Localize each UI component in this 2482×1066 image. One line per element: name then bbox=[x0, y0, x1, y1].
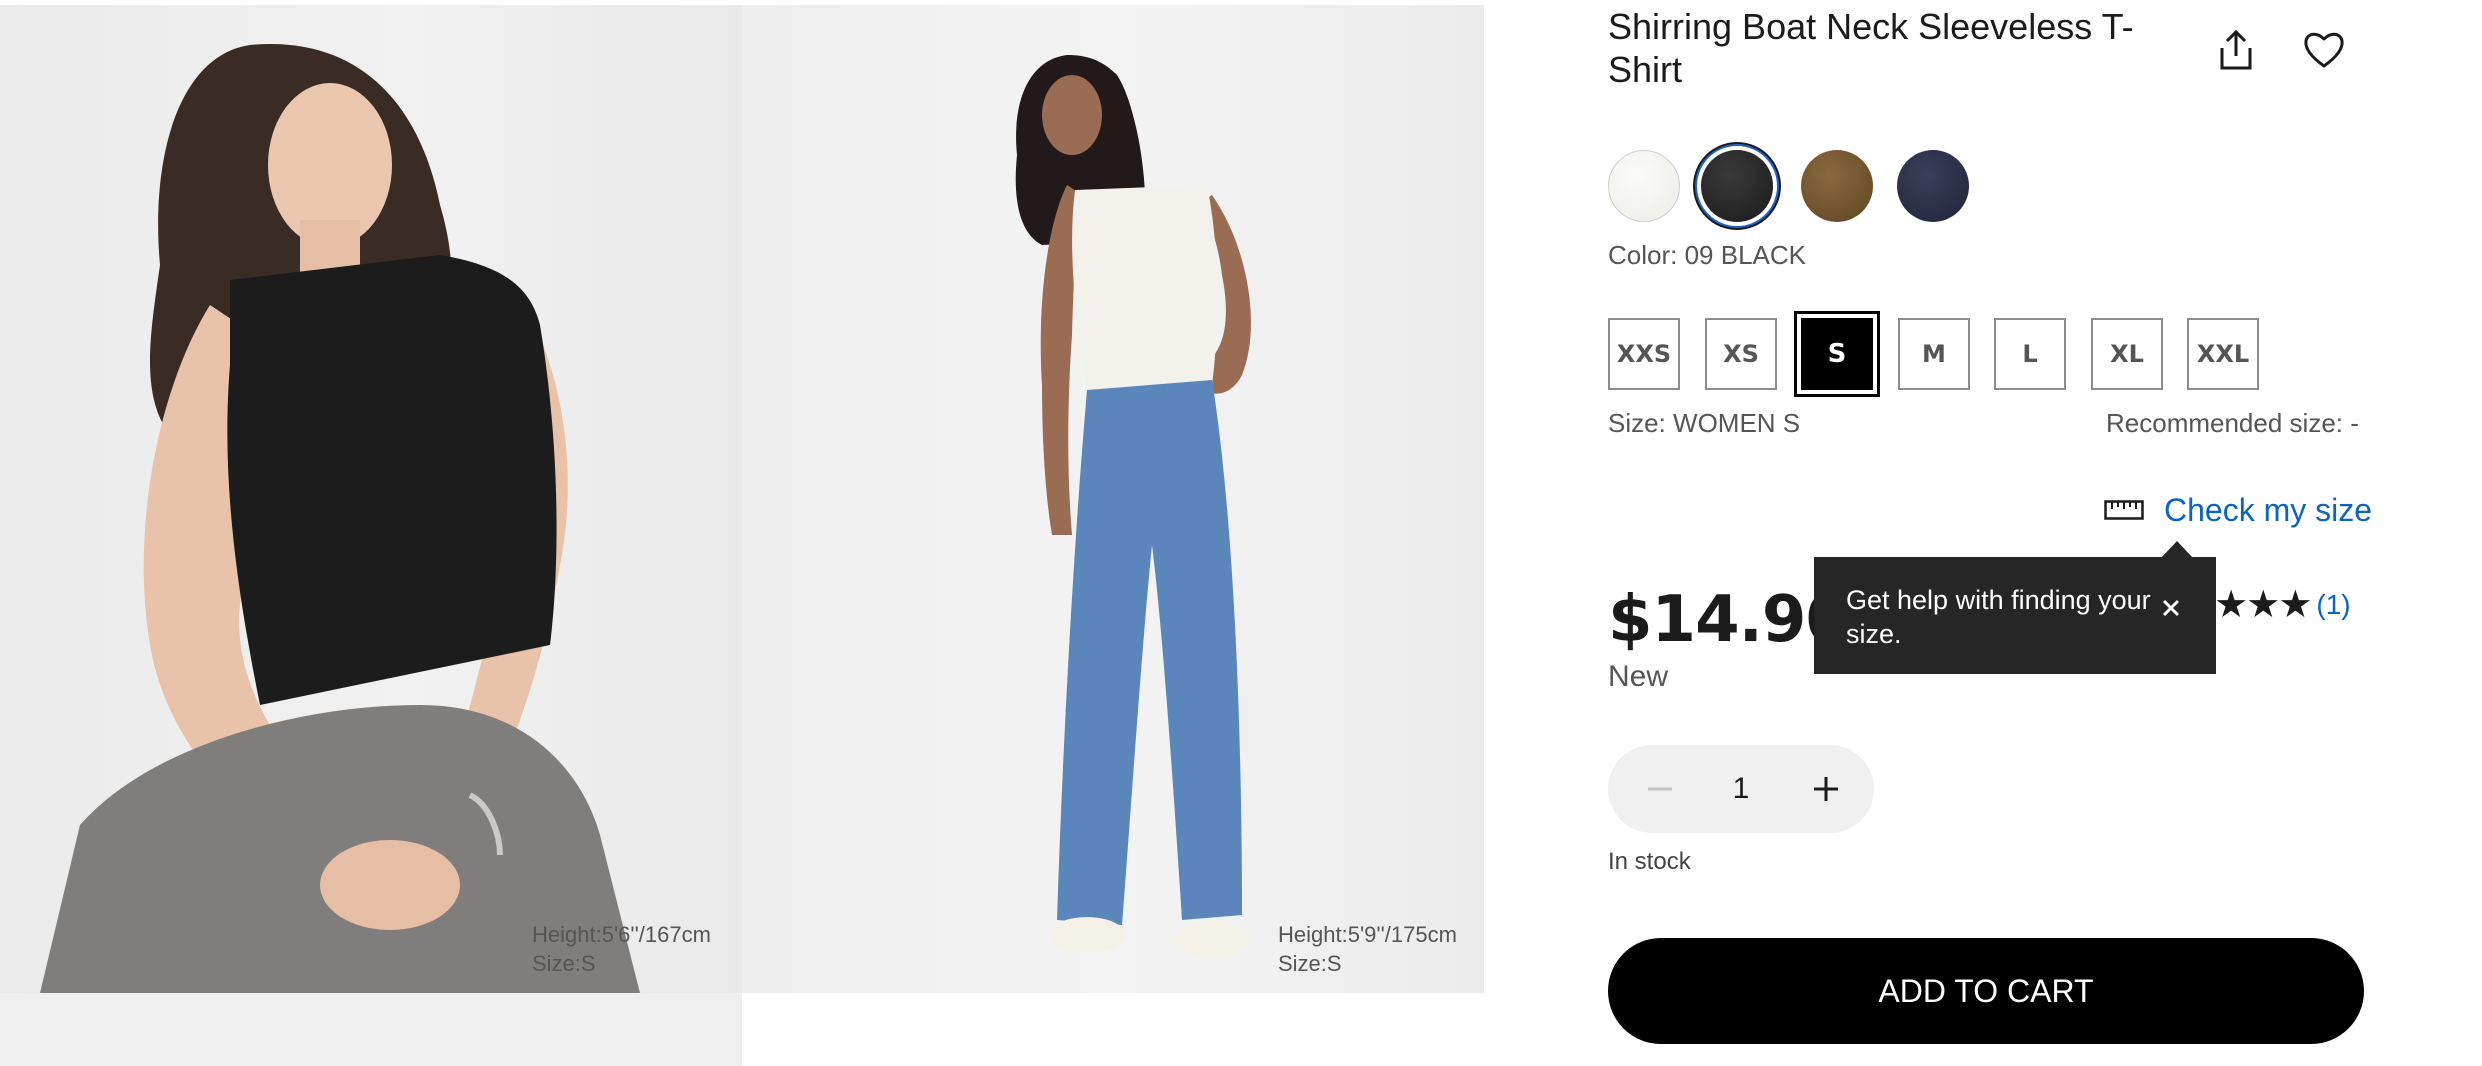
heart-icon[interactable] bbox=[2300, 26, 2348, 74]
add-to-cart-button[interactable]: ADD TO CART bbox=[1608, 938, 2364, 1044]
quantity-stepper: 1 bbox=[1608, 745, 1874, 833]
product-image-thumbnail-strip bbox=[0, 993, 742, 1066]
check-my-size-label: Check my size bbox=[2164, 491, 2373, 528]
image-caption-size: Size:S bbox=[1278, 951, 1342, 976]
quantity-value: 1 bbox=[1732, 772, 1750, 805]
ruler-icon bbox=[2104, 500, 2144, 520]
size-option-s[interactable]: S bbox=[1801, 318, 1873, 390]
product-image-model-2[interactable]: Height:5'9''/175cm Size:S bbox=[742, 5, 1484, 993]
star-icon: ★ bbox=[2214, 584, 2249, 626]
star-icon: ★ bbox=[2246, 584, 2281, 626]
size-option-xxs[interactable]: XXS bbox=[1608, 318, 1680, 390]
selected-color-label: Color: 09 BLACK bbox=[1608, 240, 1806, 270]
product-price: $14.90 bbox=[1608, 583, 1850, 657]
size-option-xxl[interactable]: XXL bbox=[2187, 318, 2259, 390]
size-option-l[interactable]: L bbox=[1994, 318, 2066, 390]
size-option-xs[interactable]: XS bbox=[1705, 318, 1777, 390]
size-option-xl[interactable]: XL bbox=[2091, 318, 2163, 390]
size-option-m[interactable]: M bbox=[1898, 318, 1970, 390]
image-caption-height: Height:5'9''/175cm bbox=[1278, 922, 1457, 947]
stock-status: In stock bbox=[1608, 848, 1691, 875]
check-my-size-link[interactable]: Check my size bbox=[2104, 490, 2372, 530]
color-swatch-navy[interactable] bbox=[1897, 150, 1969, 222]
color-swatch-white[interactable] bbox=[1608, 150, 1680, 222]
decrease-quantity-button[interactable] bbox=[1638, 767, 1682, 811]
recommended-size-label: Recommended size: - bbox=[2106, 408, 2359, 438]
new-badge: New bbox=[1608, 660, 1669, 693]
minus-icon bbox=[1648, 787, 1672, 791]
selected-size-label: Size: WOMEN S bbox=[1608, 408, 1801, 438]
tooltip-arrow bbox=[2161, 541, 2193, 558]
image-caption-height: Height:5'6''/167cm bbox=[532, 922, 711, 947]
product-title: Shirring Boat Neck Sleeveless T-Shirt bbox=[1608, 6, 2134, 90]
review-count-link[interactable]: (1) bbox=[2316, 589, 2350, 621]
color-swatch-black[interactable] bbox=[1695, 144, 1779, 228]
star-icon: ★ bbox=[2278, 584, 2313, 626]
tooltip-text: Get help with finding your size. bbox=[1846, 585, 2151, 649]
close-icon[interactable] bbox=[2158, 595, 2184, 621]
increase-quantity-button[interactable] bbox=[1804, 767, 1848, 811]
image-caption-size: Size:S bbox=[532, 951, 596, 976]
model-1-illustration bbox=[40, 44, 640, 993]
size-help-tooltip: Get help with finding your size. bbox=[1814, 557, 2216, 674]
share-icon[interactable] bbox=[2212, 26, 2260, 74]
plus-icon bbox=[1814, 777, 1838, 801]
color-swatch-olive[interactable] bbox=[1801, 150, 1873, 222]
product-image-model-1[interactable]: Height:5'6''/167cm Size:S bbox=[0, 5, 742, 993]
model-2-illustration bbox=[1015, 55, 1251, 958]
